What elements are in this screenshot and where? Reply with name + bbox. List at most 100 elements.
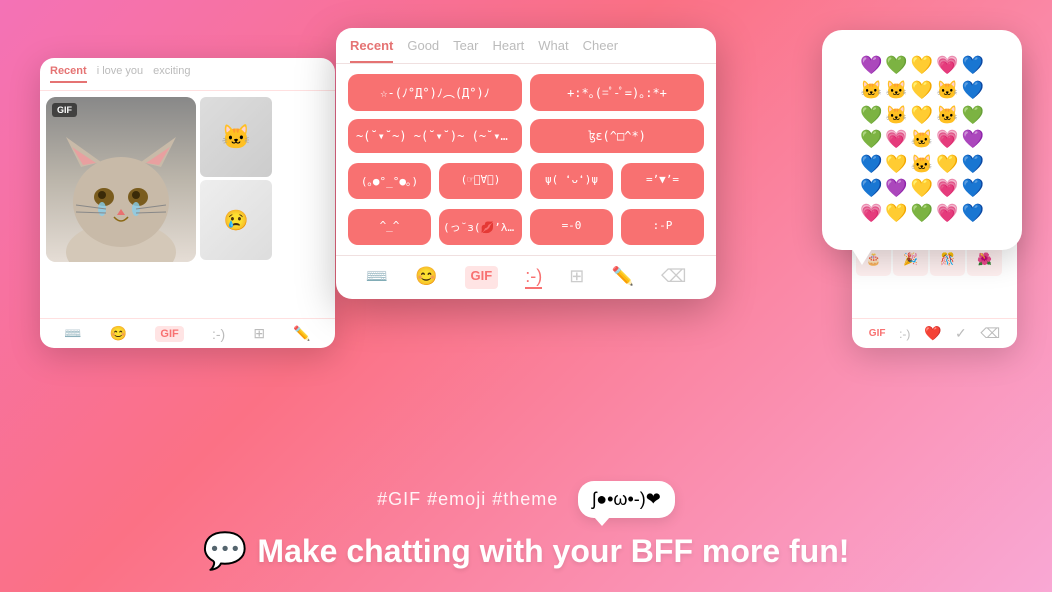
right-thumbs: 🐱 😢 — [200, 97, 272, 262]
left-panel-body: GIF — [40, 91, 335, 268]
toolbar-pen-icon[interactable]: ✏️ — [611, 266, 633, 289]
kaomoji-btn-5[interactable]: (☞ﾟ∀ﾟ) — [439, 163, 522, 199]
heart-emoji: 💜 — [860, 55, 882, 77]
kaomoji-btn-1[interactable]: +:*｡(=ﾟ-ﾟ=)｡:*+ — [530, 74, 704, 111]
toolbar-grid-icon[interactable]: ⊞ — [569, 266, 584, 289]
heart-emoji: 💚 — [885, 55, 907, 77]
kaomoji-btn-3[interactable]: ɮɛ(^□^*) — [530, 119, 704, 153]
rp-gif-icon[interactable]: GIF — [869, 328, 886, 339]
bottom-section: #GIF #emoji #theme ʃ●•ω•-)❤ 💬 Make chatt… — [0, 481, 1052, 572]
kaomoji-btn-0[interactable]: ☆-(ﾉ°Д°)ﾉ︵(Д°)ﾉ — [348, 74, 522, 111]
heart-emoji-bubble: 💜 💚 💛 💗 💙 🐱 🐱 💛 🐱 💙 💚 🐱 💛 🐱 💚 💚 💗 🐱 💗 💜 … — [822, 30, 1022, 250]
left-panel-tabs: Recent i love you exciting — [40, 58, 335, 91]
heart-emoji: 💗 — [936, 129, 958, 151]
cat-emoji: 🐱 — [885, 80, 907, 102]
left-tab-recent[interactable]: Recent — [50, 65, 87, 83]
left-tab-iloveyou[interactable]: i love you — [97, 65, 143, 83]
heart-emoji: 💛 — [936, 154, 958, 176]
heart-emoji: 💙 — [860, 154, 882, 176]
cat-emoji: 🐱 — [911, 129, 933, 151]
cat-svg — [46, 97, 196, 262]
heart-emoji: 💗 — [936, 203, 958, 225]
chat-icon: 💬 — [203, 530, 248, 572]
toolbar-keyboard-icon[interactable]: ⌨️ — [366, 266, 388, 289]
lp-pen-icon[interactable]: ✏️ — [293, 325, 310, 342]
heart-emoji: 💗 — [885, 129, 907, 151]
heart-emoji: 💙 — [962, 154, 984, 176]
toolbar-kaomoji-icon[interactable]: :-) — [525, 266, 542, 289]
tagline: Make chatting with your BFF more fun! — [257, 533, 849, 570]
lp-emoji-icon[interactable]: 😊 — [110, 325, 127, 342]
lp-kaomoji-icon[interactable]: :-) — [212, 326, 225, 342]
tab-heart[interactable]: Heart — [492, 38, 524, 63]
cat-emoji: 🐱 — [936, 80, 958, 102]
bubble-kaomoji: ʃ●•ω•-)❤ — [592, 489, 661, 509]
kaomoji-btn-7[interactable]: =ʼ▼ʼ= — [621, 163, 704, 199]
tab-good[interactable]: Good — [407, 38, 439, 63]
cat-emoji: 🐱 — [911, 154, 933, 176]
tab-tear[interactable]: Tear — [453, 38, 478, 63]
heart-emoji: 💚 — [860, 129, 882, 151]
cat-emoji: 🐱 — [885, 105, 907, 127]
lp-grid-icon[interactable]: ⊞ — [253, 325, 265, 342]
left-keyboard-panel: Recent i love you exciting GIF — [40, 58, 335, 348]
cat-emoji: 🐱 — [860, 80, 882, 102]
thumb1: 🐱 — [200, 97, 272, 177]
cat-emoji: 🐱 — [936, 105, 958, 127]
heart-emoji: 💛 — [911, 55, 933, 77]
cat-gif: GIF — [46, 97, 196, 262]
speech-bubble-small: ʃ●•ω•-)❤ — [578, 481, 675, 518]
tab-recent[interactable]: Recent — [350, 38, 393, 63]
heart-emoji: 💚 — [911, 203, 933, 225]
kaomoji-btn-11[interactable]: :-P — [621, 209, 704, 245]
left-keyboard-bar: ⌨️ 😊 GIF :-) ⊞ ✏️ — [40, 318, 335, 348]
heart-emoji: 💙 — [962, 80, 984, 102]
kaomoji-btn-8[interactable]: ^_^ — [348, 209, 431, 245]
heart-emoji: 💗 — [936, 178, 958, 200]
rp-heart-icon[interactable]: ❤️ — [924, 325, 941, 342]
kaomoji-btn-10[interactable]: =-0 — [530, 209, 613, 245]
tab-what[interactable]: What — [538, 38, 568, 63]
heart-emoji: 💜 — [885, 178, 907, 200]
lp-gif-icon[interactable]: GIF — [155, 326, 183, 342]
heart-grid: 💜 💚 💛 💗 💙 🐱 🐱 💛 🐱 💙 💚 🐱 💛 🐱 💚 💚 💗 🐱 💗 💜 … — [860, 55, 984, 224]
rp-check-icon[interactable]: ✓ — [955, 325, 967, 342]
gif-badge: GIF — [52, 103, 77, 117]
rp-kaomoji-icon[interactable]: :-) — [899, 327, 910, 341]
kaomoji-row4: ^_^ (っ˘з(💋ʼλʼ)❤ =-0 :-P — [336, 209, 716, 255]
thumb2: 😢 — [200, 180, 272, 260]
rp-delete-icon[interactable]: ⌫ — [980, 325, 1000, 342]
heart-emoji: 💜 — [962, 129, 984, 151]
heart-emoji: 💛 — [911, 178, 933, 200]
heart-emoji: 💙 — [860, 178, 882, 200]
heart-emoji: 💛 — [885, 203, 907, 225]
tagline-container: 💬 Make chatting with your BFF more fun! — [203, 530, 850, 572]
heart-emoji: 💙 — [962, 178, 984, 200]
toolbar-gif-icon[interactable]: GIF — [465, 266, 499, 289]
heart-emoji: 💛 — [885, 154, 907, 176]
kaomoji-panel: Recent Good Tear Heart What Cheer ☆-(ﾉ°Д… — [336, 28, 716, 299]
toolbar-delete-icon[interactable]: ⌫ — [661, 266, 686, 289]
lp-keyboard-icon[interactable]: ⌨️ — [64, 325, 81, 342]
kaomoji-tabs: Recent Good Tear Heart What Cheer — [336, 28, 716, 64]
kaomoji-btn-2[interactable]: ~(˘▾˘~) ~(˘▾˘)~ (~˘▾˘)~ — [348, 119, 522, 153]
kaomoji-btn-4[interactable]: (｡●°_°●｡) — [348, 163, 431, 199]
heart-emoji: 💙 — [962, 55, 984, 77]
heart-emoji: 💙 — [962, 203, 984, 225]
kaomoji-btn-9[interactable]: (っ˘з(💋ʼλʼ)❤ — [439, 209, 522, 245]
kaomoji-toolbar: ⌨️ 😊 GIF :-) ⊞ ✏️ ⌫ — [336, 255, 716, 299]
tab-cheer[interactable]: Cheer — [583, 38, 618, 63]
hashtags: #GIF #emoji #theme — [377, 489, 558, 510]
heart-emoji: 💛 — [911, 105, 933, 127]
right-keyboard-bar: GIF :-) ❤️ ✓ ⌫ — [852, 318, 1017, 348]
heart-emoji: 💛 — [911, 80, 933, 102]
left-tab-exciting[interactable]: exciting — [153, 65, 190, 83]
heart-emoji: 💚 — [860, 105, 882, 127]
heart-emoji: 💗 — [860, 203, 882, 225]
kaomoji-grid: ☆-(ﾉ°Д°)ﾉ︵(Д°)ﾉ +:*｡(=ﾟ-ﾟ=)｡:*+ ~(˘▾˘~) … — [336, 64, 716, 163]
kaomoji-btn-6[interactable]: ψ( ❛ᴗ❛)ψ — [530, 163, 613, 199]
toolbar-emoji-icon[interactable]: 😊 — [415, 266, 437, 289]
heart-emoji: 💚 — [962, 105, 984, 127]
kaomoji-row3: (｡●°_°●｡) (☞ﾟ∀ﾟ) ψ( ❛ᴗ❛)ψ =ʼ▼ʼ= — [336, 163, 716, 209]
heart-emoji: 💗 — [936, 55, 958, 77]
